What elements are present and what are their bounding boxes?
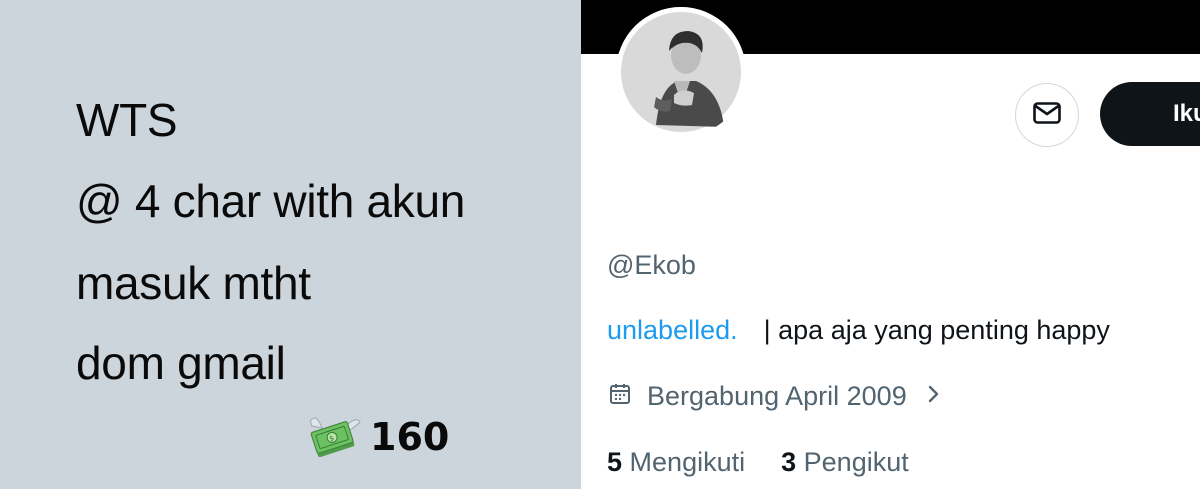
chevron-right-icon[interactable] <box>927 381 941 412</box>
envelope-icon <box>1033 101 1061 129</box>
following-count: 5 <box>607 447 623 477</box>
profile-bio: unlabelled. | apa aja yang penting happy <box>607 315 1110 346</box>
joined-date-row[interactable]: Bergabung April 2009 <box>609 381 941 412</box>
following-link[interactable]: 5 Mengikuti <box>607 447 745 477</box>
promo-line-3: masuk mtht <box>76 257 311 309</box>
calendar-icon <box>609 381 631 412</box>
followers-count: 3 <box>781 447 797 477</box>
follow-button[interactable]: Ikuti <box>1100 82 1200 146</box>
followers-link[interactable]: 3 Pengikut <box>781 447 909 477</box>
price-value: 160 <box>370 415 450 459</box>
money-with-wings-icon: $ <box>306 412 362 463</box>
bio-text: | apa aja yang penting happy <box>763 315 1110 345</box>
promo-panel: WTS @ 4 char with akun masuk mtht dom gm… <box>0 0 581 489</box>
promo-line-2: @ 4 char with akun <box>76 175 466 227</box>
followers-label: Pengikut <box>803 447 909 477</box>
bio-link[interactable]: unlabelled. <box>607 315 738 345</box>
following-label: Mengikuti <box>629 447 746 477</box>
avatar[interactable] <box>616 7 746 137</box>
follow-stats: 5 Mengikuti 3 Pengikut <box>607 447 909 478</box>
profile-handle: @Ekob <box>607 250 696 280</box>
promo-line-1: WTS <box>76 94 178 146</box>
price-row: $ 160 <box>306 412 449 462</box>
promo-line-4: dom gmail <box>76 337 286 389</box>
profile-card: Ikuti @Ekob unlabelled. | apa aja yang pe… <box>581 0 1200 489</box>
message-button[interactable] <box>1015 83 1079 147</box>
joined-date: Bergabung April 2009 <box>647 381 907 411</box>
